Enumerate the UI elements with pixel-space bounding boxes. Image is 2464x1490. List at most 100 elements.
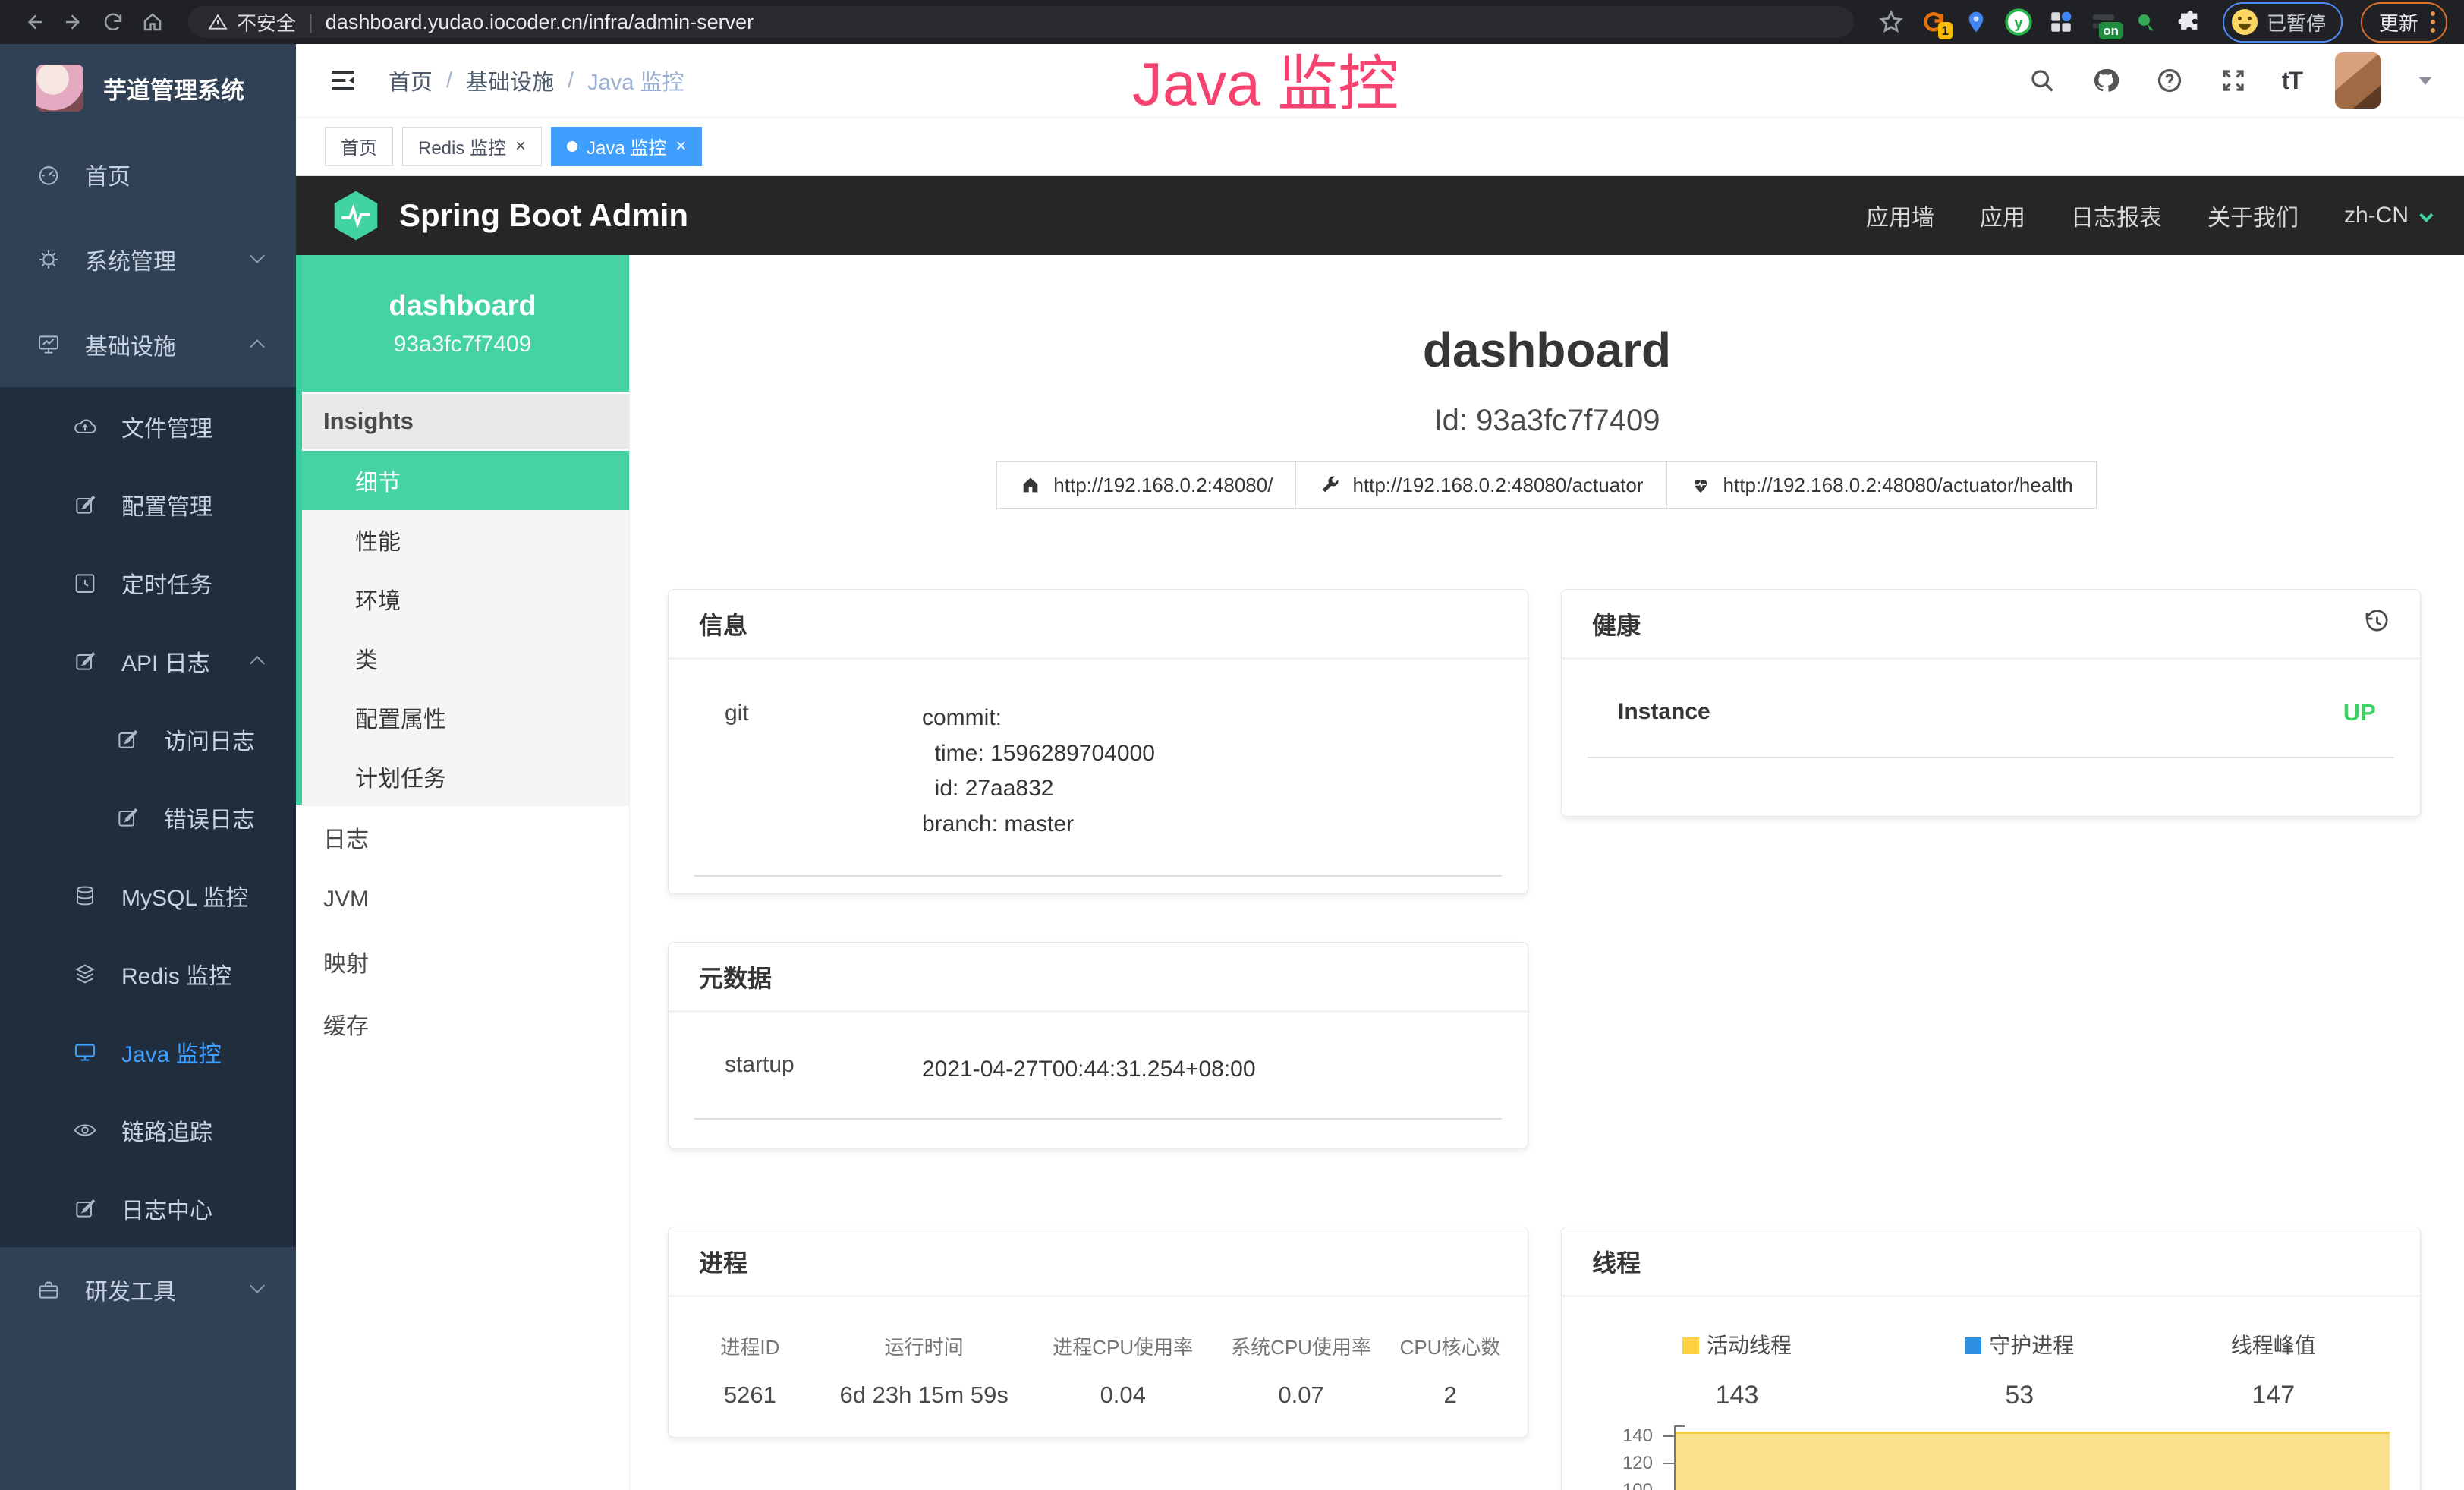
breadcrumb-infrastructure[interactable]: 基础设施 [466,65,554,96]
sidebar-item-error-log[interactable]: 错误日志 [0,778,296,856]
table-row: startup 2021-04-27T00:44:31.254+08:00 [694,1013,1502,1120]
extension-puzzle-icon[interactable] [2170,3,2208,41]
sidebar-item-home[interactable]: 首页 [0,132,296,217]
github-icon[interactable] [2091,65,2121,96]
sidebar-item-trace[interactable]: 链路追踪 [0,1091,296,1169]
y-tick-mark [1663,1463,1674,1464]
sba-app-header[interactable]: dashboard 93a3fc7f7409 [296,255,629,392]
instance-title: dashboard [630,322,2464,378]
sba-nav-language[interactable]: zh-CN [2344,203,2429,228]
sba-item-caches[interactable]: 缓存 [296,993,629,1055]
extension-y-icon[interactable]: y [2000,3,2038,41]
chevron-down-icon [250,1278,265,1293]
help-icon[interactable] [2154,65,2185,96]
tab-redis-monitor[interactable]: Redis 监控 × [402,127,542,166]
sba-brand[interactable]: Spring Boot Admin [331,189,688,242]
search-icon[interactable] [2027,65,2057,96]
sba-item-label: 性能 [355,523,401,556]
sba-item-metrics[interactable]: 性能 [296,510,629,569]
sba-item-environment[interactable]: 环境 [296,569,629,628]
user-menu-caret-icon[interactable] [2418,77,2432,85]
sidebar-item-dev-tools[interactable]: 研发工具 [0,1247,296,1332]
tab-close-icon[interactable]: × [515,136,526,157]
sba-nav-about[interactable]: 关于我们 [2208,199,2299,232]
chevron-down-icon [250,248,265,263]
browser-update-button[interactable]: 更新 [2361,2,2447,43]
extension-pin-icon[interactable] [1957,3,1995,41]
sidebar-item-scheduled-jobs[interactable]: 定时任务 [0,543,296,622]
extension-leaf-icon[interactable] [2127,3,2165,41]
header-actions: tT [2027,52,2432,109]
briefcase-icon [36,1277,61,1302]
sba-item-jvm[interactable]: JVM [296,868,629,931]
paused-extension-chip[interactable]: 已暂停 [2223,2,2343,43]
sidebar-item-label: 访问日志 [164,723,255,756]
sidebar-item-access-log[interactable]: 访问日志 [0,700,296,778]
tab-java-monitor[interactable]: Java 监控 × [551,127,702,166]
sidebar-item-java-monitor[interactable]: Java 监控 [0,1013,296,1091]
sba-item-scheduled-tasks[interactable]: 计划任务 [296,747,629,806]
history-icon[interactable] [2362,607,2390,641]
browser-home-icon[interactable] [135,5,170,39]
cell-process-cpu: 0.04 [1032,1381,1214,1409]
user-avatar[interactable] [2335,52,2381,109]
health-url-button[interactable]: http://192.168.0.2:48080/actuator/health [1666,461,2097,509]
actuator-url-button[interactable]: http://192.168.0.2:48080/actuator [1295,461,1666,509]
sba-nav-journal[interactable]: 日志报表 [2071,199,2162,232]
dashboard-icon [36,162,61,187]
info-row-value: commit: time: 1596289704000 id: 27aa832 … [922,701,1155,842]
info-card-title: 信息 [699,606,747,641]
timer-icon [73,571,97,595]
health-heart-icon [1690,474,1711,496]
sba-item-logs[interactable]: 日志 [296,806,629,868]
breadcrumb-home[interactable]: 首页 [389,65,433,96]
browser-back-icon[interactable] [17,5,52,39]
browser-menu-icon[interactable] [2431,11,2435,33]
app-logo-row[interactable]: 芋道管理系统 [0,44,296,132]
extension-refresh-icon[interactable]: 1 [1915,3,1953,41]
browser-reload-icon[interactable] [96,5,131,39]
sba-item-details[interactable]: 细节 [296,451,629,510]
service-url-button[interactable]: http://192.168.0.2:48080/ [996,461,1296,509]
extension-switch-icon[interactable]: on [2085,3,2123,41]
sidebar-item-label: 研发工具 [85,1273,176,1306]
sba-item-label: 细节 [355,464,401,497]
chevron-down-icon [2419,208,2433,222]
sba-item-classes[interactable]: 类 [296,628,629,688]
cell-system-cpu: 0.07 [1214,1381,1388,1409]
sidebar-item-redis-monitor[interactable]: Redis 监控 [0,934,296,1013]
status-badge: UP [2343,699,2394,726]
sba-item-mappings[interactable]: 映射 [296,931,629,993]
breadcrumb-separator: / [446,68,452,93]
fullscreen-icon[interactable] [2218,65,2248,96]
sba-item-config-props[interactable]: 配置属性 [296,688,629,747]
sidebar-item-system[interactable]: 系统管理 [0,217,296,302]
warning-icon [208,12,228,32]
tab-close-icon[interactable]: × [675,136,686,157]
sidebar-item-log-center[interactable]: 日志中心 [0,1169,296,1247]
extension-grid-icon[interactable] [2042,3,2080,41]
sba-nav-applications[interactable]: 应用 [1980,199,2025,232]
actuator-url: http://192.168.0.2:48080/actuator [1352,474,1643,497]
legend-value: 143 [1581,1381,1893,1410]
sidebar-item-mysql-monitor[interactable]: MySQL 监控 [0,856,296,934]
sidebar-item-infrastructure[interactable]: 基础设施 [0,302,296,387]
info-card: 信息 git commit: time: 1596289704000 id: 2… [668,589,1528,894]
wrench-icon [1319,474,1340,496]
legend-item-daemon: 守护进程 53 [1893,1329,2146,1410]
sba-item-label: 日志 [323,821,369,854]
tab-home[interactable]: 首页 [325,127,393,166]
security-label: 不安全 [237,8,296,36]
sidebar-collapse-icon[interactable] [328,65,358,96]
bookmark-star-icon[interactable] [1872,3,1910,41]
health-card-title: 健康 [1592,606,1641,641]
sidebar-item-config-management[interactable]: 配置管理 [0,465,296,543]
sidebar-item-file-management[interactable]: 文件管理 [0,387,296,465]
active-group-indicator [296,255,302,805]
spring-boot-admin: Spring Boot Admin 应用墙 应用 日志报表 关于我们 zh-CN… [296,176,2464,1490]
address-bar[interactable]: 不安全 | dashboard.yudao.iocoder.cn/infra/a… [188,6,1854,38]
font-size-icon[interactable]: tT [2282,67,2302,95]
sidebar-item-api-log[interactable]: API 日志 [0,622,296,700]
sba-nav-wallboard[interactable]: 应用墙 [1866,199,1934,232]
browser-forward-icon[interactable] [56,5,91,39]
